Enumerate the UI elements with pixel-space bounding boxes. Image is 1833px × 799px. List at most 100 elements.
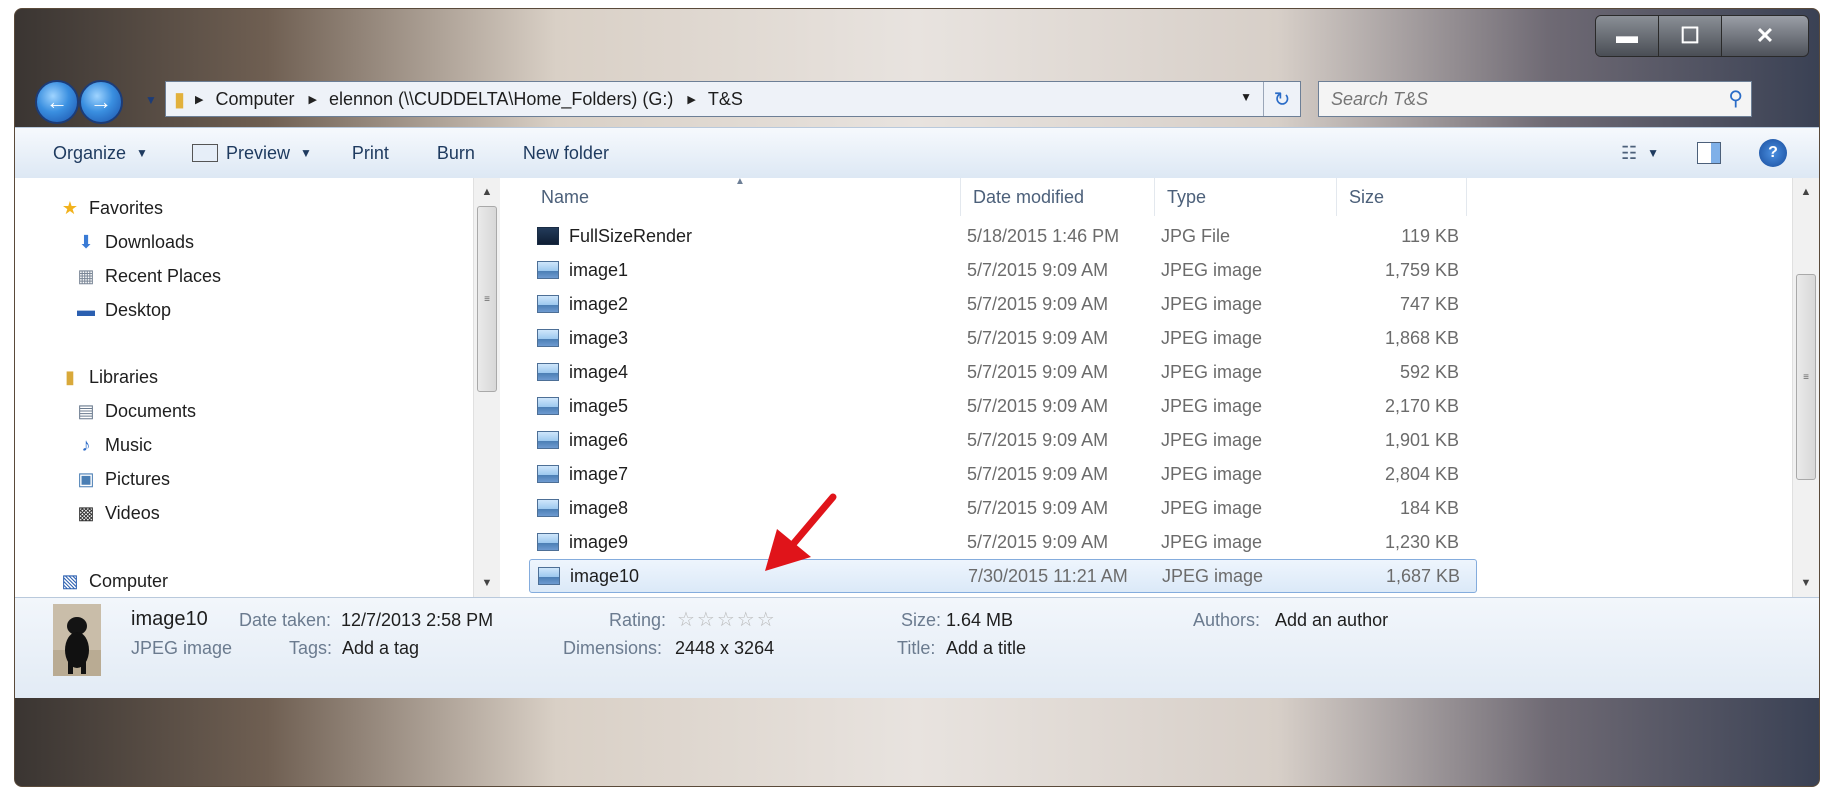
file-type: JPEG image: [1161, 463, 1263, 484]
scroll-up-icon[interactable]: ▲: [1793, 180, 1819, 204]
scroll-thumb[interactable]: ≡: [1796, 274, 1816, 480]
file-date: 5/7/2015 9:09 AM: [967, 497, 1109, 518]
file-size: 119 KB: [1401, 225, 1459, 246]
nav-label: Downloads: [105, 232, 195, 252]
burn-label: Burn: [436, 142, 475, 163]
column-header-type[interactable]: Type: [1155, 178, 1337, 216]
file-row[interactable]: image4 5/7/2015 9:09 AM JPEG image 592 K…: [529, 356, 1475, 388]
file-date: 5/7/2015 9:09 AM: [967, 531, 1109, 552]
close-button[interactable]: ✕: [1721, 16, 1808, 56]
folder-icon: ▮: [174, 88, 186, 111]
nav-computer[interactable]: ▧ Computer: [59, 571, 168, 592]
file-name-cell: image1: [537, 254, 628, 286]
nav-documents[interactable]: ▤ Documents: [75, 401, 196, 422]
file-row[interactable]: image3 5/7/2015 9:09 AM JPEG image 1,868…: [529, 322, 1475, 354]
file-size: 184 KB: [1399, 497, 1459, 518]
date-taken-value[interactable]: 12/7/2013 2:58 PM: [341, 610, 493, 631]
tags-value[interactable]: Add a tag: [342, 638, 419, 659]
preview-pane-button[interactable]: [1687, 128, 1731, 178]
file-date: 5/7/2015 9:09 AM: [967, 463, 1109, 484]
nav-favorites[interactable]: ★ Favorites: [59, 198, 163, 219]
nav-libraries[interactable]: ▮ Libraries: [59, 367, 158, 388]
breadcrumb-label: elennon (\\CUDDELTA\Home_Folders) (G:): [328, 88, 674, 109]
nav-recent-places[interactable]: ▦ Recent Places: [75, 266, 221, 287]
forward-arrow-icon: →: [90, 89, 112, 114]
dimensions-label: Dimensions:: [563, 638, 663, 658]
new-folder-label: New folder: [522, 142, 609, 163]
scroll-up-icon[interactable]: ▲: [474, 180, 500, 204]
file-name-cell: image3: [537, 322, 628, 354]
column-header-date[interactable]: Date modified: [961, 178, 1155, 216]
nav-downloads[interactable]: ⬇ Downloads: [75, 232, 194, 253]
file-type: JPEG image: [1161, 327, 1263, 348]
burn-button[interactable]: Burn: [427, 128, 485, 178]
file-name-cell: image7: [537, 458, 628, 490]
scroll-thumb[interactable]: ≡: [477, 206, 497, 392]
file-name: image2: [569, 293, 629, 314]
maximize-button[interactable]: ☐: [1658, 16, 1721, 56]
nav-desktop[interactable]: ▬ Desktop: [75, 300, 171, 321]
image-file-icon: [537, 499, 559, 517]
navigation-row: ← → ▼ ▮ ▶ Computer ▶ elennon (\\CUDDELTA…: [15, 75, 1819, 125]
title-value[interactable]: Add a title: [946, 638, 1026, 659]
refresh-button[interactable]: ↻: [1263, 82, 1300, 116]
nav-label: Pictures: [105, 469, 171, 489]
rating-stars[interactable]: ☆☆☆☆☆: [677, 607, 777, 632]
column-label: Date modified: [973, 186, 1085, 207]
authors-value[interactable]: Add an author: [1275, 610, 1388, 631]
column-header-name[interactable]: Name: [529, 178, 961, 216]
detail-file-type: JPEG image: [131, 638, 233, 658]
file-list-scrollbar[interactable]: ▲ ≡ ▼: [1792, 178, 1819, 597]
column-label: Size: [1349, 186, 1385, 207]
preview-pane-icon: [1697, 142, 1721, 164]
breadcrumb-current-folder[interactable]: ▶ T&S: [687, 89, 742, 110]
address-bar[interactable]: ▮ ▶ Computer ▶ elennon (\\CUDDELTA\Home_…: [165, 81, 1301, 117]
chevron-right-icon[interactable]: ▶: [309, 93, 317, 106]
forward-button[interactable]: →: [79, 80, 123, 124]
breadcrumb-drive[interactable]: ▶ elennon (\\CUDDELTA\Home_Folders) (G:): [309, 89, 674, 110]
nav-pane-scrollbar[interactable]: ▲ ≡ ▼: [473, 178, 500, 597]
search-icon[interactable]: ⚲: [1728, 86, 1743, 111]
scroll-down-icon[interactable]: ▼: [1793, 571, 1819, 595]
chevron-right-icon[interactable]: ▶: [687, 93, 695, 106]
file-size: 1,868 KB: [1384, 327, 1459, 348]
file-type: JPEG image: [1161, 293, 1263, 314]
file-row[interactable]: image9 5/7/2015 9:09 AM JPEG image 1,230…: [529, 526, 1475, 558]
file-name-cell: image8: [537, 492, 628, 524]
file-row[interactable]: image1 5/7/2015 9:09 AM JPEG image 1,759…: [529, 254, 1475, 286]
nav-pictures[interactable]: ▣ Pictures: [75, 469, 170, 490]
help-button[interactable]: ?: [1749, 128, 1797, 178]
file-row[interactable]: image5 5/7/2015 9:09 AM JPEG image 2,170…: [529, 390, 1475, 422]
content-area: ★ Favorites ⬇ Downloads ▦ Recent Places …: [15, 176, 1819, 597]
column-header-size[interactable]: Size: [1337, 178, 1467, 216]
recent-pages-dropdown-icon[interactable]: ▼: [145, 93, 157, 107]
breadcrumb-computer[interactable]: ▶ Computer: [195, 89, 295, 110]
file-row-selected[interactable]: image10 7/30/2015 11:21 AM JPEG image 1,…: [529, 559, 1477, 593]
chevron-right-icon[interactable]: ▶: [195, 93, 203, 106]
search-box[interactable]: ⚲: [1318, 81, 1752, 117]
print-button[interactable]: Print: [342, 128, 399, 178]
file-date: 5/18/2015 1:46 PM: [967, 225, 1120, 246]
new-folder-button[interactable]: New folder: [513, 128, 619, 178]
address-history-dropdown-icon[interactable]: ▼: [1240, 90, 1252, 104]
nav-music[interactable]: ♪ Music: [75, 435, 153, 456]
file-row[interactable]: image6 5/7/2015 9:09 AM JPEG image 1,901…: [529, 424, 1475, 456]
minimize-button[interactable]: ▬: [1596, 16, 1658, 56]
file-name: image1: [569, 259, 629, 280]
preview-button[interactable]: Preview ▼: [182, 128, 322, 178]
file-row[interactable]: image7 5/7/2015 9:09 AM JPEG image 2,804…: [529, 458, 1475, 490]
organize-button[interactable]: Organize ▼: [43, 128, 158, 178]
back-button[interactable]: ←: [35, 80, 79, 124]
search-input[interactable]: [1319, 82, 1713, 116]
file-type: JPG File: [1161, 225, 1231, 246]
image-file-icon: [537, 295, 559, 313]
change-view-button[interactable]: ☷ ▼: [1611, 128, 1669, 178]
file-row[interactable]: image2 5/7/2015 9:09 AM JPEG image 747 K…: [529, 288, 1475, 320]
file-row[interactable]: image8 5/7/2015 9:09 AM JPEG image 184 K…: [529, 492, 1475, 524]
nav-videos[interactable]: ▩ Videos: [75, 503, 159, 524]
file-row[interactable]: FullSizeRender 5/18/2015 1:46 PM JPG Fil…: [529, 220, 1475, 252]
image-file-icon: [537, 465, 559, 483]
scroll-down-icon[interactable]: ▼: [474, 571, 500, 595]
command-bar: Organize ▼ Preview ▼ Print Burn New fold…: [15, 127, 1819, 179]
back-arrow-icon: ←: [46, 89, 68, 114]
